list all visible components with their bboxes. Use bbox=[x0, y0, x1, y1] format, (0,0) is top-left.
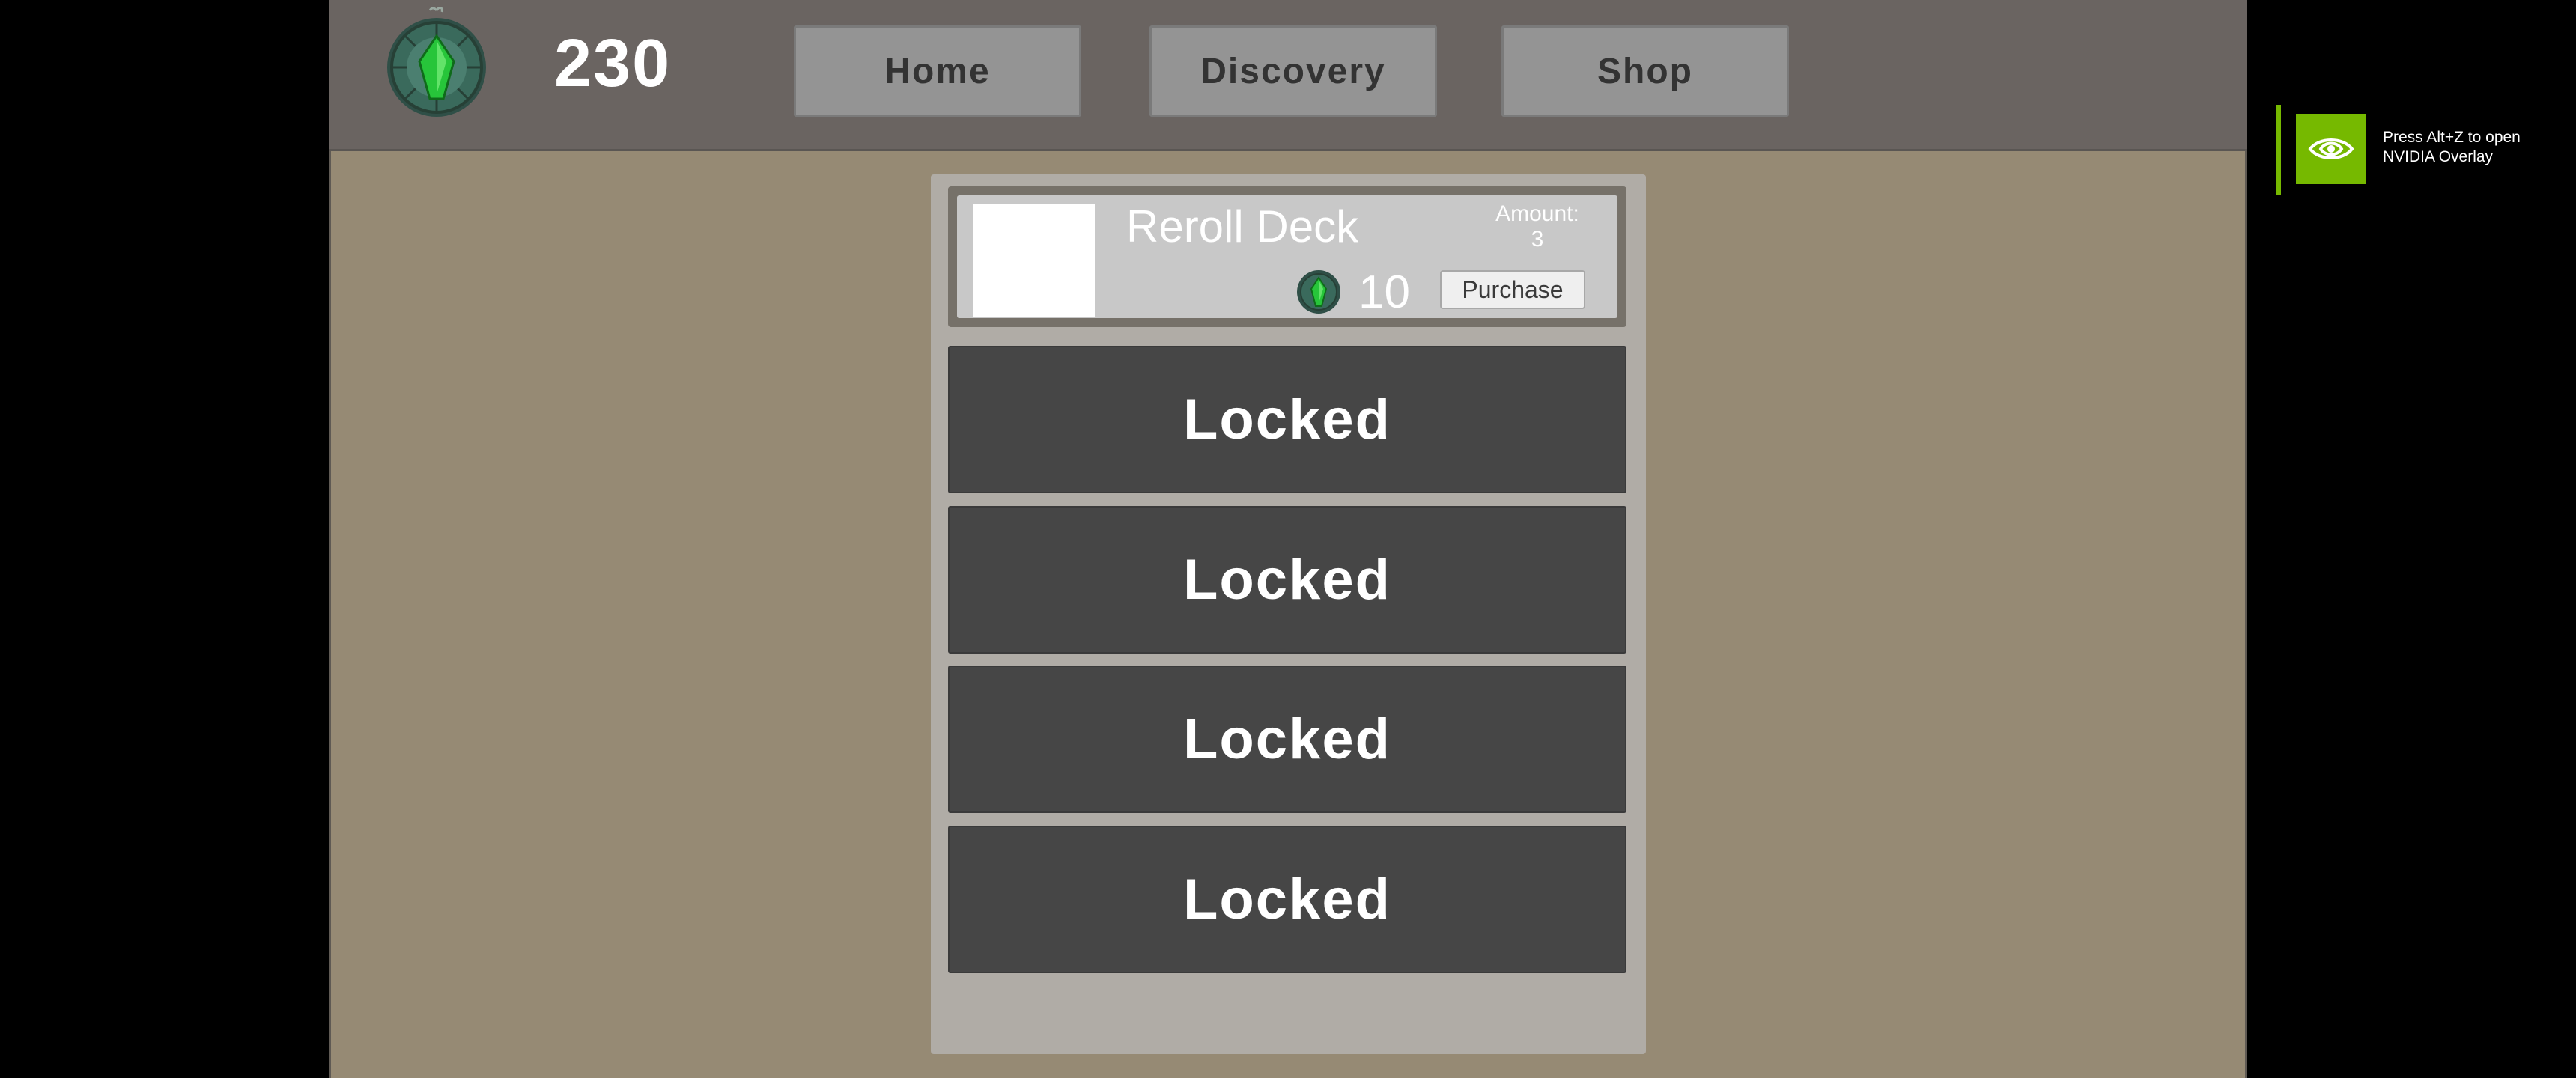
shop-item-card: Reroll Deck Amount: 3 10 Purchase bbox=[948, 186, 1626, 327]
locked-slot-4: Locked bbox=[948, 826, 1626, 973]
item-title: Reroll Deck bbox=[1126, 201, 1359, 252]
game-viewport: 230 Home Discovery Shop Reroll Deck Amou… bbox=[329, 0, 2247, 1078]
amount-value: 3 bbox=[1531, 227, 1544, 252]
locked-slot-2: Locked bbox=[948, 506, 1626, 654]
overlay-hint-line-2: NVIDIA Overlay bbox=[2383, 148, 2494, 165]
top-bar: 230 Home Discovery Shop bbox=[329, 0, 2247, 151]
item-price: 10 bbox=[1358, 267, 1410, 318]
currency-amount: 230 bbox=[554, 26, 672, 101]
locked-slot-3: Locked bbox=[948, 666, 1626, 813]
home-button[interactable]: Home bbox=[794, 25, 1081, 117]
nvidia-eye-icon bbox=[2296, 114, 2366, 184]
nvidia-overlay-toast: Press Alt+Z to open NVIDIA Overlay bbox=[2276, 105, 2576, 196]
gem-medallion-icon bbox=[387, 6, 486, 117]
shop-item-inner: Reroll Deck Amount: 3 10 Purchase bbox=[957, 195, 1617, 318]
toast-accent-bar bbox=[2276, 105, 2281, 195]
purchase-button[interactable]: Purchase bbox=[1440, 270, 1585, 309]
shop-panel: Reroll Deck Amount: 3 10 Purchase Locked… bbox=[931, 174, 1646, 1054]
gem-icon bbox=[1297, 270, 1340, 314]
discovery-button[interactable]: Discovery bbox=[1149, 25, 1437, 117]
amount-label: Amount: bbox=[1495, 201, 1579, 226]
overlay-hint-line-1: Press Alt+Z to open bbox=[2383, 129, 2521, 146]
item-image-placeholder bbox=[973, 204, 1095, 317]
locked-slot-1: Locked bbox=[948, 346, 1626, 493]
shop-button[interactable]: Shop bbox=[1501, 25, 1789, 117]
